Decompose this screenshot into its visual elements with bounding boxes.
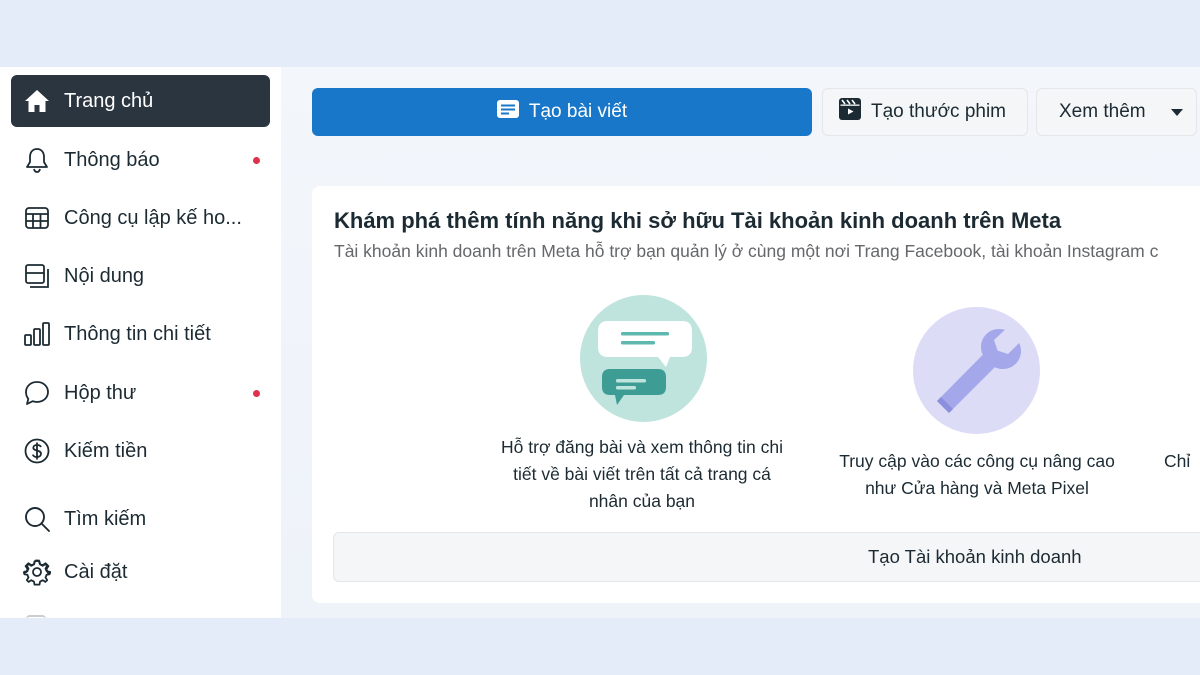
chat-bubbles-illustration (580, 295, 707, 422)
sidebar-item-monetization[interactable]: Kiếm tiền (11, 425, 270, 477)
create-business-account-button[interactable]: Tạo Tài khoản kinh doanh (333, 532, 1200, 582)
sidebar-item-search[interactable]: Tìm kiếm (11, 493, 270, 545)
create-reel-label: Tạo thước phim (871, 101, 1007, 122)
feature-text: Truy cập vào các công cụ nâng cao như Cử… (839, 451, 1115, 498)
clapperboard-icon (839, 98, 861, 126)
sidebar-item-label: Công cụ lập kế ho... (64, 206, 242, 229)
create-post-label: Tạo bài viết (528, 101, 628, 122)
calendar-grid-icon (23, 204, 51, 232)
see-more-dropdown[interactable]: Xem thêm (1036, 88, 1197, 136)
sidebar-item-home[interactable]: Trang chủ (11, 75, 270, 127)
create-business-account-label: Tạo Tài khoản kinh doanh (868, 546, 1082, 567)
sidebar-item-notifications[interactable]: Thông báo (11, 134, 270, 186)
app-window: Trang chủ Thông báo Công cụ lập kế ho...… (0, 0, 1200, 675)
sidebar-item-label: Hộp thư (64, 381, 137, 404)
sidebar-item-inbox[interactable]: Hộp thư (11, 367, 270, 419)
gear-icon (23, 558, 51, 586)
chat-bubble-icon (23, 379, 51, 407)
sidebar-next-item-edge (26, 615, 46, 618)
bell-icon (23, 146, 51, 174)
sidebar-item-label: Tìm kiếm (64, 507, 147, 530)
sidebar: Trang chủ Thông báo Công cụ lập kế ho...… (0, 67, 281, 618)
inbox-badge (253, 390, 260, 397)
dollar-circle-icon (23, 437, 51, 465)
content-icon (23, 262, 51, 290)
sidebar-item-label: Thông báo (64, 148, 160, 171)
sidebar-item-label: Nội dung (64, 264, 145, 287)
sidebar-item-content[interactable]: Nội dung (11, 250, 270, 302)
post-icon (496, 100, 519, 124)
business-account-card: Khám phá thêm tính năng khi sở hữu Tài k… (312, 186, 1200, 603)
sidebar-item-planner[interactable]: Công cụ lập kế ho... (11, 192, 270, 244)
sidebar-item-insights[interactable]: Thông tin chi tiết (11, 308, 270, 360)
wrench-illustration (913, 307, 1040, 434)
sidebar-item-label: Trang chủ (64, 89, 154, 112)
sidebar-item-label: Thông tin chi tiết (64, 322, 211, 345)
create-reel-button[interactable]: Tạo thước phim (822, 88, 1028, 136)
sidebar-item-label: Cài đặt (64, 560, 128, 583)
main-content: Tạo bài viết Tạo thước phim Xem thêm Khá… (281, 67, 1200, 618)
caret-down-icon (1170, 101, 1184, 123)
home-icon (23, 87, 51, 115)
notification-badge (253, 157, 260, 164)
see-more-label: Xem thêm (1059, 101, 1146, 122)
feature-text-truncated: Chỉ (1164, 451, 1191, 471)
sidebar-item-label: Kiếm tiền (64, 439, 148, 462)
card-subtitle: Tài khoản kinh doanh trên Meta hỗ trợ bạ… (334, 241, 1159, 261)
sidebar-item-settings[interactable]: Cài đặt (11, 546, 270, 598)
card-title: Khám phá thêm tính năng khi sở hữu Tài k… (334, 208, 1062, 233)
feature-text: Hỗ trợ đăng bài và xem thông tin chi tiế… (501, 437, 783, 511)
bar-chart-icon (23, 320, 51, 348)
search-icon (23, 505, 51, 533)
create-post-button[interactable]: Tạo bài viết (312, 88, 812, 136)
